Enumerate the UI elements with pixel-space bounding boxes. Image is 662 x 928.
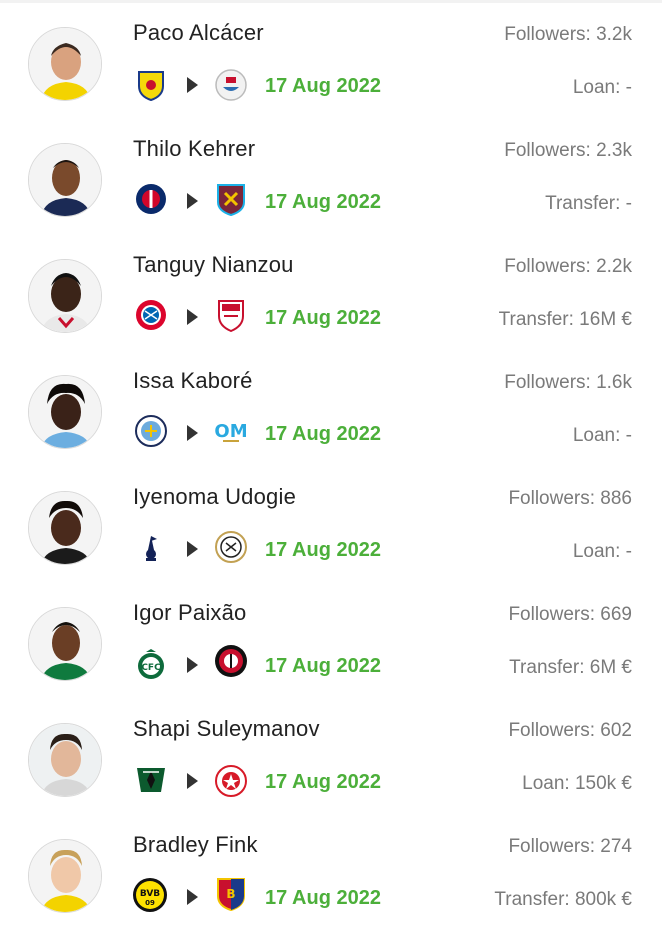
svg-text:OM: OM [214, 421, 247, 442]
transfer-arrow-icon [187, 77, 198, 93]
followers-count: Followers: 2.2k [504, 256, 632, 277]
man-city-crest-icon [134, 414, 168, 448]
krasnodar-crest-icon [134, 762, 168, 796]
followers-count: Followers: 669 [508, 604, 632, 625]
transfer-date: 17 Aug 2022 [265, 191, 381, 213]
player-avatar [28, 259, 102, 333]
psg-crest-icon [134, 182, 168, 216]
svg-text:09: 09 [145, 899, 155, 907]
followers-count: Followers: 602 [508, 720, 632, 741]
transfer-fee: Loan: - [572, 541, 632, 562]
transfer-date: 17 Aug 2022 [265, 887, 381, 909]
player-avatar [28, 143, 102, 217]
followers-count: Followers: 886 [508, 488, 632, 509]
coritiba-crest-icon: CFC [134, 648, 168, 682]
transfer-fee: Transfer: 800k € [494, 889, 632, 910]
transfer-date: 17 Aug 2022 [265, 771, 381, 793]
followers-count: Followers: 1.6k [504, 372, 632, 393]
player-name[interactable]: Igor Paixão [133, 600, 247, 626]
player-avatar [28, 607, 102, 681]
feyenoord-crest-icon [214, 644, 248, 678]
udinese-crest-icon [214, 530, 248, 564]
transfer-row[interactable]: Igor Paixão Followers: 669 CFC 17 Aug 20… [0, 580, 662, 696]
transfer-arrow-icon [187, 309, 198, 325]
player-avatar [28, 723, 102, 797]
transfer-arrow-icon [187, 193, 198, 209]
transfer-fee: Loan: - [572, 77, 632, 98]
transfer-row[interactable]: Thilo Kehrer Followers: 2.3k 17 Aug 2022… [0, 116, 662, 232]
transfer-row[interactable]: Tanguy Nianzou Followers: 2.2k 17 Aug 20… [0, 232, 662, 348]
transfer-arrow-icon [187, 889, 198, 905]
transfer-fee: Loan: 150k € [522, 773, 632, 794]
dortmund-crest-icon: BVB 09 [132, 877, 167, 912]
transfer-row[interactable]: Iyenoma Udogie Followers: 886 17 Aug 202… [0, 464, 662, 580]
tottenham-crest-icon [134, 530, 168, 564]
transfer-date: 17 Aug 2022 [265, 307, 381, 329]
west-ham-crest-icon [214, 182, 248, 216]
sevilla-crest-icon [214, 298, 248, 332]
transfer-arrow-icon [187, 657, 198, 673]
followers-count: Followers: 3.2k [504, 24, 632, 45]
transfer-row[interactable]: Issa Kaboré Followers: 1.6k OM 17 Aug 20… [0, 348, 662, 464]
followers-count: Followers: 274 [508, 836, 632, 857]
transfer-date: 17 Aug 2022 [265, 539, 381, 561]
transfer-row[interactable]: Shapi Suleymanov Followers: 602 17 Aug 2… [0, 696, 662, 812]
transfer-fee: Transfer: 16M € [498, 309, 632, 330]
sharjah-crest-icon [214, 68, 248, 102]
marseille-crest-icon: OM [214, 414, 248, 448]
transfer-date: 17 Aug 2022 [265, 75, 381, 97]
player-name[interactable]: Tanguy Nianzou [133, 252, 294, 278]
player-avatar [28, 27, 102, 101]
transfer-row[interactable]: Paco Alcácer Followers: 3.2k 17 Aug 2022… [0, 0, 662, 116]
player-name[interactable]: Paco Alcácer [133, 20, 264, 46]
player-name[interactable]: Shapi Suleymanov [133, 716, 320, 742]
transfer-row[interactable]: Bradley Fink Followers: 274 BVB 09 B 17 A… [0, 812, 662, 928]
player-name[interactable]: Iyenoma Udogie [133, 484, 296, 510]
transfer-arrow-icon [187, 425, 198, 441]
hapoel-crest-icon [214, 764, 248, 798]
player-name[interactable]: Issa Kaboré [133, 368, 253, 394]
player-avatar [28, 839, 102, 913]
player-avatar [28, 491, 102, 565]
svg-text:BVB: BVB [140, 889, 160, 899]
transfer-fee: Loan: - [572, 425, 632, 446]
transfer-fee: Transfer: - [545, 193, 632, 214]
villarreal-crest-icon [134, 68, 168, 102]
transfer-arrow-icon [187, 541, 198, 557]
transfer-arrow-icon [187, 773, 198, 789]
bayern-crest-icon [134, 298, 168, 332]
player-avatar [28, 375, 102, 449]
svg-text:CFC: CFC [141, 663, 161, 673]
basel-crest-icon: B [214, 876, 248, 912]
transfer-date: 17 Aug 2022 [265, 655, 381, 677]
followers-count: Followers: 2.3k [504, 140, 632, 161]
svg-text:B: B [226, 887, 235, 901]
transfer-date: 17 Aug 2022 [265, 423, 381, 445]
player-name[interactable]: Bradley Fink [133, 832, 258, 858]
transfer-fee: Transfer: 6M € [509, 657, 632, 678]
player-name[interactable]: Thilo Kehrer [133, 136, 255, 162]
